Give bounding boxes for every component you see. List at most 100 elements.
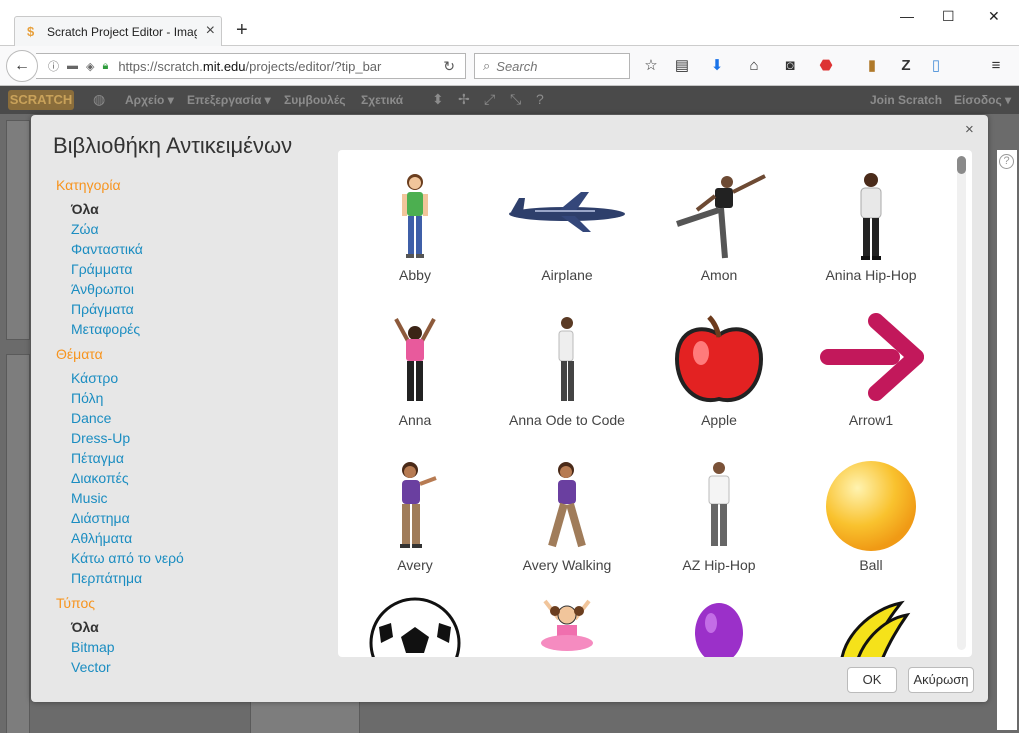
- scrollbar-thumb[interactable]: [957, 156, 966, 174]
- shield-icon[interactable]: ◈: [86, 60, 94, 73]
- tab-title: Scratch Project Editor - Imag: [47, 24, 197, 39]
- sprite-tile-abby[interactable]: Abby: [339, 150, 491, 295]
- search-input[interactable]: [496, 58, 617, 74]
- new-tab-button[interactable]: +: [236, 20, 248, 40]
- browser-titlebar: $ Scratch Project Editor - Imag × + — ☐ …: [0, 0, 1019, 46]
- minimize-icon[interactable]: —: [900, 8, 914, 24]
- sprite-tile-az-hip-hop[interactable]: AZ Hip-Hop: [643, 440, 795, 585]
- sprite-tile-arrow1[interactable]: Arrow1: [795, 295, 947, 440]
- camera-icon[interactable]: ▬: [67, 60, 78, 72]
- sprite-label: AZ Hip-Hop: [682, 557, 756, 573]
- maximize-icon[interactable]: ☐: [942, 8, 955, 24]
- sprite-grid-panel: Abby Airplane Amon Anina Hip-Hop Anna An…: [338, 150, 972, 657]
- menu-tips[interactable]: Συμβουλές: [284, 93, 346, 107]
- help-icon[interactable]: ?: [536, 91, 544, 107]
- reload-icon[interactable]: ↻: [443, 58, 455, 75]
- reading-list-icon[interactable]: ▤: [672, 58, 692, 74]
- scratch-logo[interactable]: SCRATCH: [8, 90, 74, 110]
- avery-thumbnail: [339, 452, 491, 552]
- download-icon[interactable]: ⬇: [707, 58, 727, 74]
- category-things[interactable]: Πράγματα: [56, 299, 316, 319]
- sprite-tile-bananas[interactable]: [795, 585, 947, 657]
- sprite-tile-anina-hip-hop[interactable]: Anina Hip-Hop: [795, 150, 947, 295]
- ballerina-thumbnail: [491, 597, 643, 657]
- type-header: Τύπος: [56, 595, 95, 611]
- close-icon[interactable]: ×: [965, 121, 974, 138]
- airplane-thumbnail: [491, 162, 643, 262]
- question-icon[interactable]: ?: [999, 154, 1014, 169]
- pocket-icon[interactable]: ◙: [780, 58, 800, 74]
- category-animals[interactable]: Ζώα: [56, 219, 316, 239]
- theme-walking[interactable]: Περπάτημα: [56, 568, 316, 588]
- type-all[interactable]: Όλα: [56, 617, 316, 637]
- search-box[interactable]: ⌕: [474, 53, 630, 79]
- sprite-label: Anna Ode to Code: [509, 412, 625, 428]
- menu-about[interactable]: Σχετικά: [361, 93, 403, 107]
- theme-flying[interactable]: Πέταγμα: [56, 448, 316, 468]
- sprite-label: Amon: [700, 267, 738, 283]
- sprite-tile-anna[interactable]: Anna: [339, 295, 491, 440]
- ok-button[interactable]: OK: [847, 667, 897, 693]
- cut-icon[interactable]: ✢: [458, 91, 470, 108]
- sprite-label: Ball: [859, 557, 883, 573]
- lock-icon[interactable]: 🔒︎: [102, 60, 108, 73]
- category-people[interactable]: Άνθρωποι: [56, 279, 316, 299]
- sprite-tile-apple[interactable]: Apple: [643, 295, 795, 440]
- sprite-panel: [6, 354, 30, 733]
- adblock-icon[interactable]: ⬣: [816, 58, 836, 74]
- duplicate-icon[interactable]: ⬍: [432, 91, 444, 108]
- sprite-tile-ball[interactable]: Ball: [795, 440, 947, 585]
- tab-close-icon[interactable]: ×: [206, 23, 215, 39]
- browser-tab[interactable]: $ Scratch Project Editor - Imag ×: [14, 16, 222, 46]
- info-icon[interactable]: ⓘ: [48, 58, 59, 74]
- theme-castle[interactable]: Κάστρο: [56, 368, 316, 388]
- note-icon[interactable]: ▮: [862, 58, 882, 74]
- grid-scrollbar[interactable]: [957, 156, 966, 650]
- signin-link[interactable]: Είσοδος ▾: [954, 93, 1011, 107]
- close-window-icon[interactable]: ✕: [988, 8, 1000, 24]
- home-icon[interactable]: ⌂: [744, 58, 764, 74]
- sprite-tile-avery[interactable]: Avery: [339, 440, 491, 585]
- category-fantasy[interactable]: Φανταστικά: [56, 239, 316, 259]
- category-all[interactable]: Όλα: [56, 199, 316, 219]
- grow-icon[interactable]: ⤢: [484, 91, 495, 108]
- balloon-thumbnail: [643, 597, 795, 657]
- theme-underwater[interactable]: Κάτω από το νερό: [56, 548, 316, 568]
- theme-sports[interactable]: Αθλήματα: [56, 528, 316, 548]
- sprite-label: Arrow1: [848, 412, 894, 428]
- sprite-tile-airplane[interactable]: Airplane: [491, 150, 643, 295]
- zotero-icon[interactable]: Z: [896, 58, 916, 74]
- type-bitmap[interactable]: Bitmap: [56, 637, 316, 657]
- menu-edit[interactable]: Επεξεργασία ▾: [187, 93, 271, 107]
- theme-music[interactable]: Music: [56, 488, 316, 508]
- category-transportation[interactable]: Μεταφορές: [56, 319, 316, 339]
- bookmark-star-icon[interactable]: ☆: [641, 58, 661, 74]
- cancel-button[interactable]: Ακύρωση: [908, 667, 974, 693]
- menu-file[interactable]: Αρχείο ▾: [125, 93, 174, 107]
- theme-dress-up[interactable]: Dress-Up: [56, 428, 316, 448]
- sprite-tile-amon[interactable]: Amon: [643, 150, 795, 295]
- theme-space[interactable]: Διάστημα: [56, 508, 316, 528]
- shrink-icon[interactable]: ⤡: [510, 91, 521, 108]
- theme-holiday[interactable]: Διακοπές: [56, 468, 316, 488]
- url-text[interactable]: https://scratch.mit.edu/projects/editor/…: [118, 59, 418, 74]
- join-scratch-link[interactable]: Join Scratch: [870, 93, 942, 107]
- theme-city[interactable]: Πόλη: [56, 388, 316, 408]
- globe-icon[interactable]: ◍: [93, 91, 105, 108]
- sprite-label: Avery: [397, 557, 433, 573]
- themes-header: Θέματα: [56, 346, 103, 362]
- sprite-tile-anna-ode-to-code[interactable]: Anna Ode to Code: [491, 295, 643, 440]
- back-button[interactable]: ←: [6, 50, 38, 82]
- theme-dance[interactable]: Dance: [56, 408, 316, 428]
- category-letters[interactable]: Γράμματα: [56, 259, 316, 279]
- avery-walking-thumbnail: [491, 452, 643, 552]
- sprite-tile-soccer-ball[interactable]: [339, 585, 491, 657]
- page-icon[interactable]: ▯: [926, 58, 946, 74]
- sprite-tile-balloon[interactable]: [643, 585, 795, 657]
- sprite-tile-avery-walking[interactable]: Avery Walking: [491, 440, 643, 585]
- url-bar[interactable]: ⓘ ▬ ◈ 🔒︎ https://scratch.mit.edu/project…: [36, 53, 466, 79]
- type-vector[interactable]: Vector: [56, 657, 316, 677]
- menu-hamburger-icon[interactable]: ≡: [986, 58, 1006, 74]
- sprite-label: Anina Hip-Hop: [825, 267, 917, 283]
- sprite-tile-ballerina[interactable]: [491, 585, 643, 657]
